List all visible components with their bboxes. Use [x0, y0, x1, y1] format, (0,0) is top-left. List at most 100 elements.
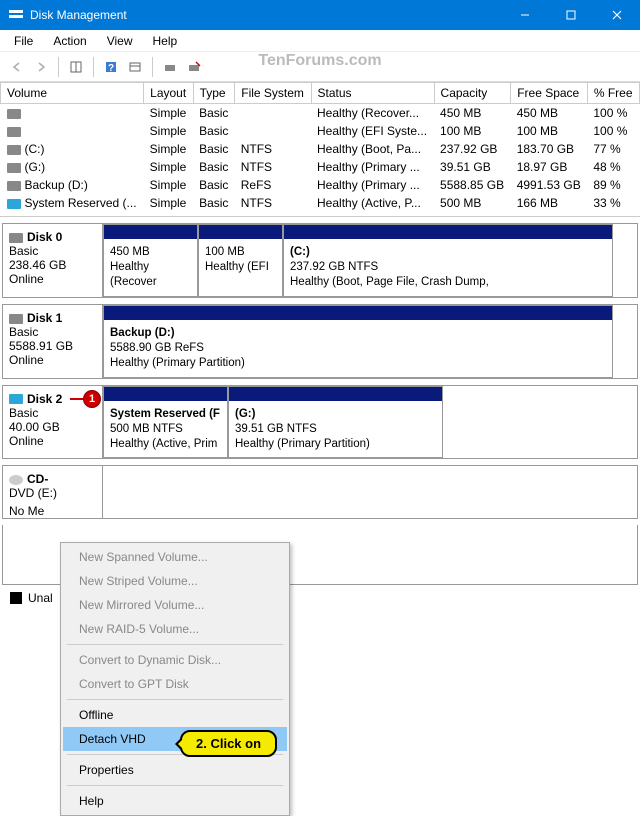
disk-2-row[interactable]: 1 Disk 2 Basic 40.00 GB Online System Re… [2, 385, 638, 460]
menu-help[interactable]: Help [143, 32, 188, 50]
cd-rom-header[interactable]: CD- DVD (E:) No Me [3, 466, 103, 518]
svg-text:?: ? [108, 63, 114, 74]
menu-action[interactable]: Action [43, 32, 96, 50]
disk-type: DVD (E:) [9, 486, 96, 500]
disk-0-partitions: 450 MBHealthy (Recover100 MBHealthy (EFI… [103, 224, 637, 297]
disk-name: Disk 0 [27, 230, 62, 244]
detach-vhd-button[interactable] [183, 56, 205, 78]
view-button[interactable] [65, 56, 87, 78]
disk-icon [9, 233, 23, 243]
forward-button[interactable] [30, 56, 52, 78]
partition[interactable]: 100 MBHealthy (EFI [198, 224, 283, 297]
close-button[interactable] [594, 0, 640, 30]
annotation-line [70, 398, 84, 400]
disk-type: Basic [9, 244, 96, 258]
disk-0-header[interactable]: Disk 0 Basic 238.46 GB Online [3, 224, 103, 297]
minimize-button[interactable] [502, 0, 548, 30]
context-menu-separator [67, 699, 283, 700]
col-type[interactable]: Type [193, 83, 235, 104]
titlebar: Disk Management [0, 0, 640, 30]
table-row[interactable]: SimpleBasicHealthy (Recover...450 MB450 … [1, 104, 640, 123]
partition[interactable]: System Reserved (F500 MB NTFSHealthy (Ac… [103, 386, 228, 459]
col-capacity[interactable]: Capacity [434, 83, 511, 104]
disk-1-row[interactable]: Disk 1 Basic 5588.91 GB Online Backup (D… [2, 304, 638, 379]
context-menu-item[interactable]: Help [63, 789, 287, 813]
table-row[interactable]: System Reserved (...SimpleBasicNTFSHealt… [1, 194, 640, 212]
volumes-table[interactable]: Volume Layout Type File System Status Ca… [0, 82, 640, 212]
partition-stripe [104, 225, 197, 239]
cd-icon [9, 475, 23, 485]
col-volume[interactable]: Volume [1, 83, 144, 104]
context-menu-item: New RAID-5 Volume... [63, 617, 287, 641]
disk-name: Disk 2 [27, 392, 62, 406]
volume-icon [7, 199, 21, 209]
context-menu-item: Convert to Dynamic Disk... [63, 648, 287, 672]
partition[interactable]: Backup (D:)5588.90 GB ReFSHealthy (Prima… [103, 305, 613, 378]
context-menu-item: New Striped Volume... [63, 569, 287, 593]
disk-name: Disk 1 [27, 311, 62, 325]
toolbar-sep [93, 57, 94, 77]
titlebar-text: Disk Management [30, 8, 502, 22]
partition[interactable]: 450 MBHealthy (Recover [103, 224, 198, 297]
context-menu-item: New Mirrored Volume... [63, 593, 287, 617]
col-filesystem[interactable]: File System [235, 83, 311, 104]
partition-stripe [229, 387, 442, 401]
col-freespace[interactable]: Free Space [511, 83, 588, 104]
context-menu-separator [67, 785, 283, 786]
disk-1-partitions: Backup (D:)5588.90 GB ReFSHealthy (Prima… [103, 305, 637, 378]
context-menu[interactable]: New Spanned Volume...New Striped Volume.… [60, 542, 290, 816]
table-row[interactable]: SimpleBasicHealthy (EFI Syste...100 MB10… [1, 122, 640, 140]
menu-file[interactable]: File [4, 32, 43, 50]
toolbar-sep [152, 57, 153, 77]
context-menu-item[interactable]: Offline [63, 703, 287, 727]
volume-icon [7, 109, 21, 119]
attach-vhd-button[interactable] [159, 56, 181, 78]
partition-stripe [199, 225, 282, 239]
disk-name: CD- [27, 472, 48, 486]
partition[interactable]: (G:)39.51 GB NTFSHealthy (Primary Partit… [228, 386, 443, 459]
disk-status: No Me [9, 504, 96, 518]
table-row[interactable]: (C:)SimpleBasicNTFSHealthy (Boot, Pa...2… [1, 140, 640, 158]
app-icon [8, 7, 24, 23]
cd-rom-partitions [103, 466, 637, 518]
disk-icon [9, 314, 23, 324]
annotation-marker-1: 1 [83, 390, 101, 408]
toolbar: ? [0, 52, 640, 82]
refresh-button[interactable] [124, 56, 146, 78]
help-button[interactable]: ? [100, 56, 122, 78]
toolbar-sep [58, 57, 59, 77]
back-button[interactable] [6, 56, 28, 78]
maximize-button[interactable] [548, 0, 594, 30]
menubar: File Action View Help [0, 30, 640, 52]
context-menu-item: New Spanned Volume... [63, 545, 287, 569]
col-status[interactable]: Status [311, 83, 434, 104]
unallocated-swatch [10, 592, 22, 604]
menu-view[interactable]: View [97, 32, 143, 50]
volume-icon [7, 127, 21, 137]
disk-type: Basic [9, 406, 96, 420]
disk-0-row[interactable]: Disk 0 Basic 238.46 GB Online 450 MBHeal… [2, 223, 638, 298]
volume-icon [7, 163, 21, 173]
annotation-callout-2: 2. Click on [180, 730, 277, 757]
cd-rom-row[interactable]: CD- DVD (E:) No Me [2, 465, 638, 519]
disk-1-header[interactable]: Disk 1 Basic 5588.91 GB Online [3, 305, 103, 378]
disk-status: Online [9, 353, 96, 367]
table-row[interactable]: (G:)SimpleBasicNTFSHealthy (Primary ...3… [1, 158, 640, 176]
disk-icon [9, 394, 23, 404]
volume-icon [7, 145, 21, 155]
disk-size: 238.46 GB [9, 258, 96, 272]
col-pctfree[interactable]: % Free [587, 83, 639, 104]
partition-stripe [284, 225, 612, 239]
partition-stripe [104, 387, 227, 401]
context-menu-item[interactable]: Properties [63, 758, 287, 782]
table-row[interactable]: Backup (D:)SimpleBasicReFSHealthy (Prima… [1, 176, 640, 194]
col-layout[interactable]: Layout [144, 83, 193, 104]
partition-stripe [104, 306, 612, 320]
disk-2-partitions: System Reserved (F500 MB NTFSHealthy (Ac… [103, 386, 637, 459]
disk-size: 40.00 GB [9, 420, 96, 434]
context-menu-item: Convert to GPT Disk [63, 672, 287, 696]
context-menu-separator [67, 644, 283, 645]
disk-type: Basic [9, 325, 96, 339]
unallocated-label: Unal [28, 591, 53, 605]
partition[interactable]: (C:)237.92 GB NTFSHealthy (Boot, Page Fi… [283, 224, 613, 297]
